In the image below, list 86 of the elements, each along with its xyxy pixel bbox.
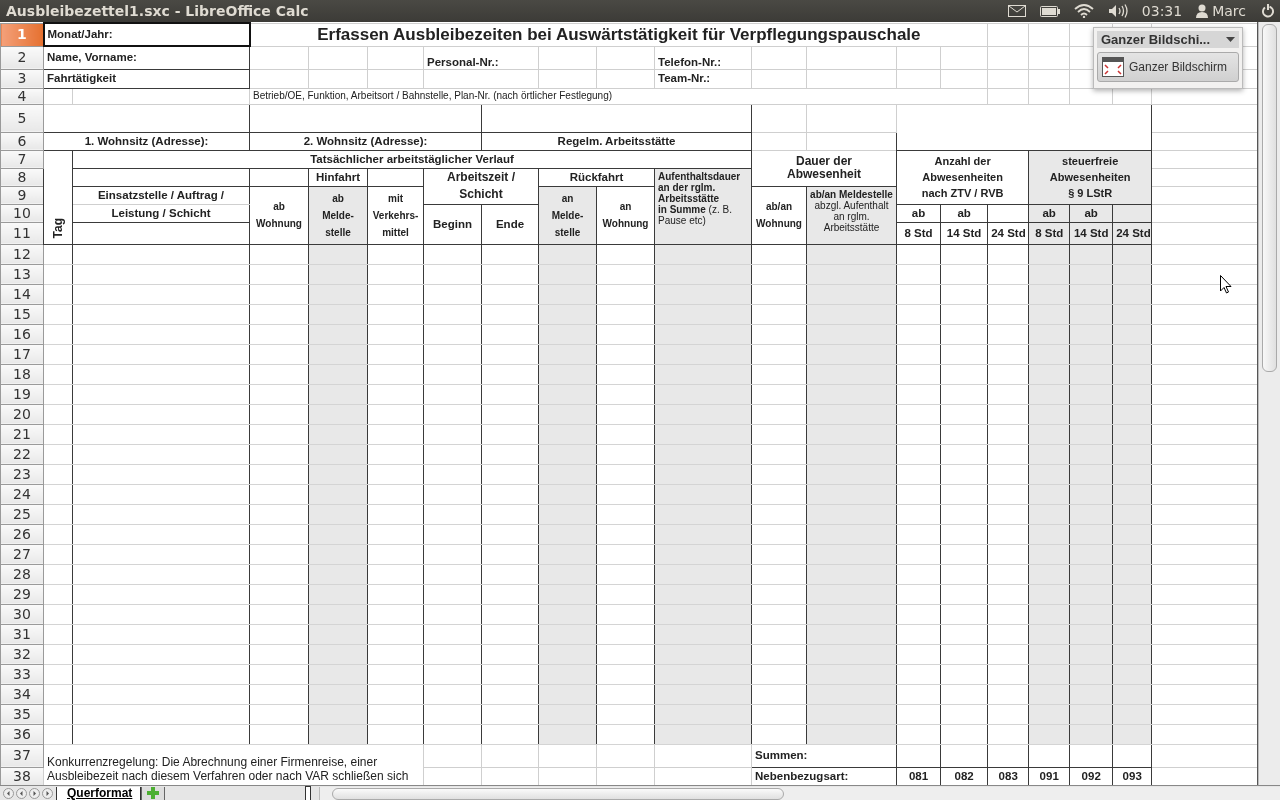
window-icon <box>1102 57 1124 77</box>
mail-icon[interactable] <box>1007 5 1026 17</box>
row-header[interactable]: 28 <box>0 564 44 584</box>
row-header[interactable]: 20 <box>0 404 44 424</box>
clock-time[interactable]: 03:31 <box>1141 3 1183 19</box>
window-title: Ausbleibezettel1.sxc - LibreOffice Calc <box>6 3 309 19</box>
row-header[interactable]: 21 <box>0 424 44 444</box>
row-header[interactable]: 13 <box>0 264 44 284</box>
caret-icon <box>1226 37 1235 42</box>
vertical-scrollbar[interactable] <box>1258 22 1280 785</box>
column-header: ab <box>896 204 941 222</box>
horizontal-scrollbar[interactable] <box>319 787 1280 800</box>
row-header[interactable]: 16 <box>0 324 44 344</box>
field-label: Fahrtätigkeit <box>43 69 250 88</box>
column-header: ab <box>940 204 988 222</box>
splitter-handle[interactable] <box>305 786 312 800</box>
column-header: 14 Std <box>940 222 988 244</box>
row-header[interactable]: 14 <box>0 284 44 304</box>
row-header[interactable]: 35 <box>0 704 44 724</box>
row-header[interactable]: 17 <box>0 344 44 364</box>
column-header: ab/an Meldestelle abzgl. Aufenthalt an rglm. Arbeitsstätte <box>806 186 897 244</box>
dropdown[interactable]: Ganzer Bildschi... <box>1097 31 1239 48</box>
user-icon[interactable] <box>1196 4 1209 18</box>
row-header[interactable]: 26 <box>0 524 44 544</box>
row-header[interactable]: 22 <box>0 444 44 464</box>
column-header: ab Wohnung <box>249 186 309 244</box>
row-header[interactable]: 5 <box>0 104 44 132</box>
row-header[interactable]: 19 <box>0 384 44 404</box>
field-label: Telefon-Nr.: <box>654 46 752 69</box>
column-header: 8 Std <box>896 222 941 244</box>
fullscreen-button[interactable]: Ganzer Bildschirm <box>1097 52 1239 82</box>
row-header[interactable]: 2 <box>0 46 44 69</box>
row-header[interactable]: 36 <box>0 724 44 744</box>
column-header: Anzahl der Abwesenheiten nach ZTV / RVB <box>896 150 1029 204</box>
hint-text: Betrieb/OE, Funktion, Arbeitsort / Bahnstelle, Plan-Nr. (nach örtlicher Festlegung) <box>249 88 988 104</box>
row-header[interactable]: 29 <box>0 584 44 604</box>
row-header[interactable]: 18 <box>0 364 44 384</box>
field-label: Team-Nr.: <box>654 69 752 88</box>
field-label: Personal-Nr.: <box>423 46 539 69</box>
wifi-icon[interactable] <box>1073 4 1094 18</box>
sheet-tab[interactable]: Querformat <box>56 786 142 800</box>
row-header[interactable]: 37 <box>0 744 44 767</box>
row-header[interactable]: 15 <box>0 304 44 324</box>
field-label: Name, Vorname: <box>43 46 250 69</box>
field-label: 1. Wohnsitz (Adresse): <box>43 132 250 150</box>
previous-sheet-icon[interactable] <box>3 788 14 799</box>
next-sheet-icon[interactable] <box>42 788 53 799</box>
scrollbar-thumb[interactable] <box>332 788 785 800</box>
add-sheet-button[interactable] <box>141 786 166 800</box>
row-header[interactable]: 25 <box>0 504 44 524</box>
scrollbar-thumb[interactable] <box>1262 24 1277 372</box>
column-header: Tatsächlicher arbeitstäglicher Verlauf <box>72 150 752 168</box>
column-header: 24 Std <box>987 222 1029 244</box>
row-header[interactable]: 23 <box>0 464 44 484</box>
column-header: steuerfreie Abwesenheiten § 9 LStR <box>1028 150 1152 204</box>
row-header[interactable]: 11 <box>0 222 44 244</box>
row-header[interactable]: 12 <box>0 244 44 264</box>
field-label: Summen: <box>751 744 897 767</box>
column-header: Beginn <box>423 204 482 244</box>
power-icon[interactable] <box>1260 3 1276 19</box>
row-header[interactable]: 31 <box>0 624 44 644</box>
column-header: ab/an Wohnung <box>751 186 807 244</box>
next-sheet-icon[interactable] <box>29 788 40 799</box>
row-header[interactable]: 27 <box>0 544 44 564</box>
column-header: Dauer der Abwesenheit <box>751 150 897 186</box>
row-header[interactable]: 32 <box>0 644 44 664</box>
battery-icon[interactable] <box>1039 5 1060 17</box>
column-header: an Melde- stelle <box>538 186 597 244</box>
column-header: Arbeitszeit / Schicht <box>423 168 539 204</box>
row-header[interactable]: 34 <box>0 684 44 704</box>
field-label: Monat/Jahr: <box>43 23 250 46</box>
column-header: Rückfahrt <box>538 168 655 186</box>
column-header: ab Melde- stelle <box>308 186 368 244</box>
pointer-icon <box>1220 275 1232 294</box>
column-header: Einsatzstelle / Auftrag / <box>72 186 250 204</box>
row-header[interactable]: 24 <box>0 484 44 504</box>
previous-sheet-icon[interactable] <box>16 788 27 799</box>
row-header[interactable]: 33 <box>0 664 44 684</box>
user-name[interactable]: Marc <box>1212 3 1246 19</box>
column-header: Hinfahrt <box>308 168 368 186</box>
field-label: Regelm. Arbeitsstätte <box>481 132 752 150</box>
field-label: 2. Wohnsitz (Adresse): <box>249 132 482 150</box>
volume-icon[interactable] <box>1107 4 1128 18</box>
column-header: Aufenthaltsdauer an der rglm. Arbeitsstätte in Summe (z. B. Pause etc) <box>654 168 752 244</box>
form-title: Erfassen Ausbleibezeiten bei Auswärtstätigkeit für Verpflegungspauschale <box>249 23 988 46</box>
row-header[interactable]: 30 <box>0 604 44 624</box>
